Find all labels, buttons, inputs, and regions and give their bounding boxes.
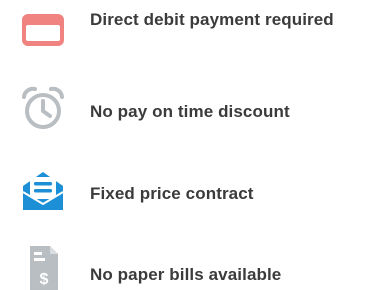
envelope-letter-icon xyxy=(20,168,66,214)
feature-label: No pay on time discount xyxy=(90,102,290,121)
svg-text:$: $ xyxy=(40,271,49,288)
features-list: Direct debit payment required No pay on … xyxy=(0,0,370,290)
feature-pay-on-time: No pay on time discount xyxy=(0,86,370,132)
feature-label: Direct debit payment required xyxy=(90,10,334,29)
feature-label: No paper bills available xyxy=(90,265,282,284)
dollar-bill-icon: $ xyxy=(20,244,66,290)
credit-card-icon xyxy=(20,6,66,52)
feature-fixed-price: Fixed price contract xyxy=(0,164,370,210)
feature-paper-bills: $ No paper bills available xyxy=(0,244,370,290)
alarm-clock-icon xyxy=(20,86,66,132)
feature-direct-debit: Direct debit payment required xyxy=(0,6,370,62)
feature-label: Fixed price contract xyxy=(90,184,254,203)
